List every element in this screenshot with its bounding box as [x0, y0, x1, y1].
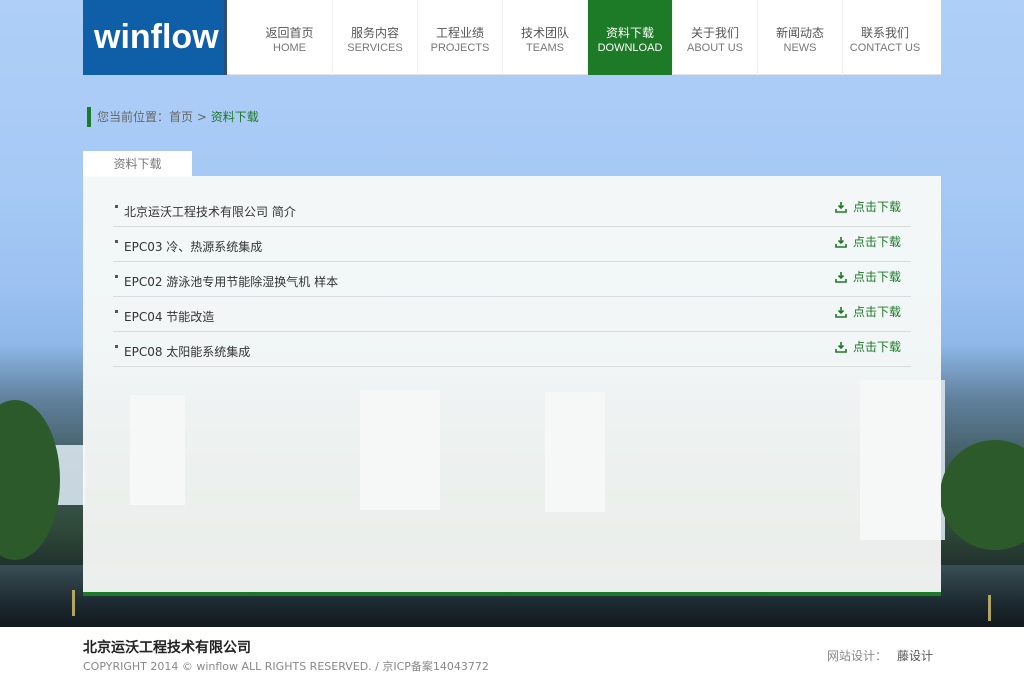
breadcrumb-home-link[interactable]: 首页 — [169, 110, 193, 124]
nav-label-zh: 新闻动态 — [775, 26, 824, 40]
download-label: 点击下载 — [852, 235, 901, 249]
footer-company-name: 北京运沃工程技术有限公司 — [83, 640, 251, 656]
site-footer: 北京运沃工程技术有限公司 COPYRIGHT 2014 © winflow AL… — [0, 627, 1024, 684]
download-button[interactable]: 点击下载 — [835, 198, 901, 215]
breadcrumb-separator: > — [193, 110, 211, 124]
list-item: EPC04 节能改造 点击下载 — [113, 297, 911, 332]
nav-item-contact[interactable]: 联系我们 CONTACT US — [842, 0, 927, 75]
nav-label-en: DOWNLOAD — [597, 42, 663, 54]
tree — [0, 400, 60, 560]
main-nav: 返回首页 HOME 服务内容 SERVICES 工程业绩 PROJECTS 技术… — [247, 0, 927, 75]
design-link[interactable]: 藤设计 — [897, 649, 933, 663]
download-item-name[interactable]: EPC02 游泳池专用节能除湿换气机 样本 — [124, 273, 338, 290]
nav-label-en: NEWS — [783, 42, 817, 54]
nav-label-zh: 资料下载 — [605, 26, 654, 40]
download-icon — [835, 306, 847, 318]
nav-label-zh: 联系我们 — [860, 26, 909, 40]
footer-copyright: COPYRIGHT 2014 © winflow ALL RIGHTS RESE… — [83, 660, 489, 673]
download-button[interactable]: 点击下载 — [835, 268, 901, 285]
nav-label-zh: 服务内容 — [350, 26, 399, 40]
light-reflection — [988, 595, 991, 621]
light-reflection — [72, 590, 75, 616]
list-item: 北京运沃工程技术有限公司 简介 点击下载 — [113, 192, 911, 227]
download-label: 点击下载 — [852, 340, 901, 354]
list-item: EPC08 太阳能系统集成 点击下载 — [113, 332, 911, 367]
nav-label-en: PROJECTS — [430, 42, 490, 54]
list-item: EPC03 冷、热源系统集成 点击下载 — [113, 227, 911, 262]
download-label: 点击下载 — [852, 200, 901, 214]
footer-design-credit: 网站设计： 藤设计 — [827, 647, 933, 664]
download-icon — [835, 341, 847, 353]
bullet-icon — [115, 205, 118, 208]
bullet-icon — [115, 310, 118, 313]
bullet-icon — [115, 275, 118, 278]
download-button[interactable]: 点击下载 — [835, 338, 901, 355]
nav-item-teams[interactable]: 技术团队 TEAMS — [502, 0, 587, 75]
breadcrumb: 您当前位置：首页 > 资料下载 — [87, 107, 259, 127]
nav-label-en: ABOUT US — [686, 42, 744, 54]
nav-item-services[interactable]: 服务内容 SERVICES — [332, 0, 417, 75]
download-label: 点击下载 — [852, 305, 901, 319]
nav-item-news[interactable]: 新闻动态 NEWS — [757, 0, 842, 75]
download-panel: 北京运沃工程技术有限公司 简介 点击下载 EPC03 冷、热源系统集成 点击下载… — [83, 176, 941, 596]
nav-item-about[interactable]: 关于我们 ABOUT US — [672, 0, 757, 75]
logo[interactable]: winflow — [83, 0, 227, 75]
tree — [940, 440, 1024, 550]
download-item-name[interactable]: EPC03 冷、热源系统集成 — [124, 238, 262, 255]
download-list: 北京运沃工程技术有限公司 简介 点击下载 EPC03 冷、热源系统集成 点击下载… — [113, 192, 911, 367]
nav-label-zh: 关于我们 — [690, 26, 739, 40]
nav-label-zh: 工程业绩 — [435, 26, 484, 40]
bullet-icon — [115, 345, 118, 348]
download-label: 点击下载 — [852, 270, 901, 284]
logo-text: winflow — [94, 18, 219, 56]
bullet-icon — [115, 240, 118, 243]
nav-label-en: HOME — [273, 42, 306, 54]
nav-label-en: CONTACT US — [849, 42, 921, 54]
nav-item-home[interactable]: 返回首页 HOME — [247, 0, 332, 75]
site-header: winflow 返回首页 HOME 服务内容 SERVICES 工程业绩 PRO… — [83, 0, 941, 75]
nav-label-zh: 返回首页 — [265, 26, 314, 40]
download-icon — [835, 201, 847, 213]
download-item-name[interactable]: EPC04 节能改造 — [124, 308, 214, 325]
nav-label-en: SERVICES — [347, 42, 403, 54]
nav-item-projects[interactable]: 工程业绩 PROJECTS — [417, 0, 502, 75]
nav-label-en: TEAMS — [526, 42, 564, 54]
list-item: EPC02 游泳池专用节能除湿换气机 样本 点击下载 — [113, 262, 911, 297]
download-icon — [835, 271, 847, 283]
download-item-name[interactable]: EPC08 太阳能系统集成 — [124, 343, 250, 360]
breadcrumb-prefix: 您当前位置： — [97, 110, 170, 124]
download-item-name[interactable]: 北京运沃工程技术有限公司 简介 — [124, 203, 296, 220]
download-icon — [835, 236, 847, 248]
nav-label-zh: 技术团队 — [520, 26, 569, 40]
breadcrumb-current: 资料下载 — [210, 110, 259, 124]
download-button[interactable]: 点击下载 — [835, 303, 901, 320]
logo-edge — [224, 0, 227, 75]
download-button[interactable]: 点击下载 — [835, 233, 901, 250]
tab-download[interactable]: 资料下载 — [83, 151, 192, 177]
nav-item-download[interactable]: 资料下载 DOWNLOAD — [587, 0, 672, 75]
design-label: 网站设计： — [826, 649, 887, 663]
